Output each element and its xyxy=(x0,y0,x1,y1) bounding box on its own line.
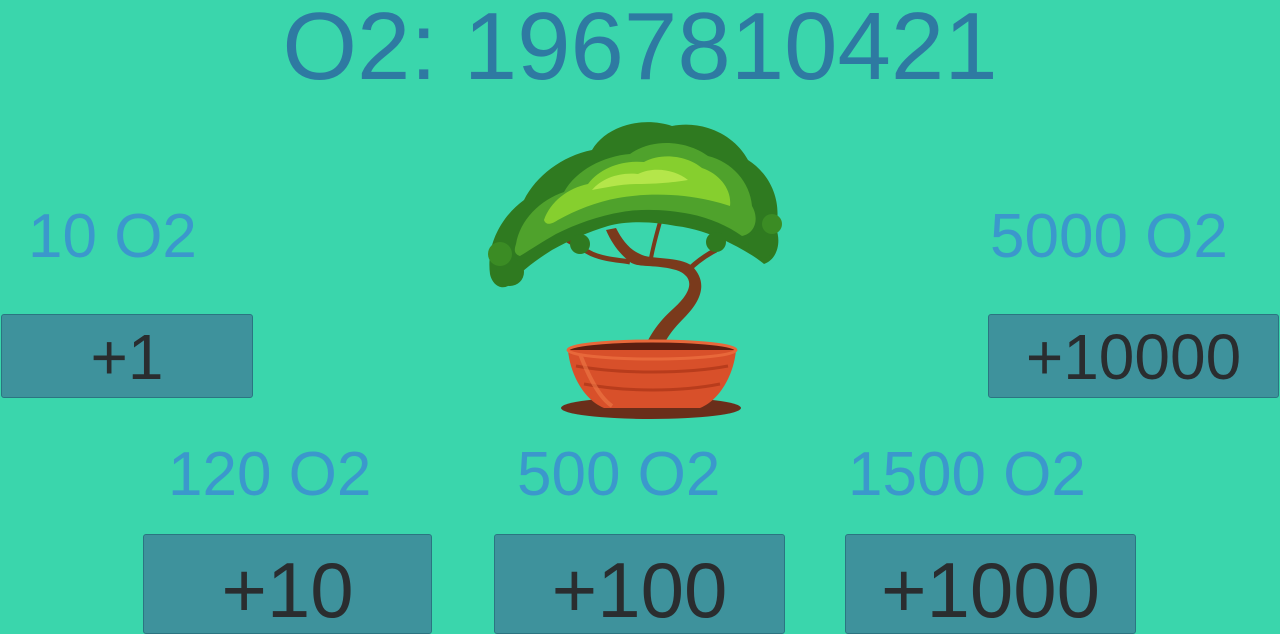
upgrade-1-cost: 10 O2 xyxy=(28,202,197,271)
upgrade-3-button[interactable]: +100 xyxy=(494,534,785,634)
upgrade-2-cost: 120 O2 xyxy=(168,440,372,509)
upgrade-2-button[interactable]: +10 xyxy=(143,534,432,634)
oxygen-counter: O2: 1967810421 xyxy=(282,0,998,100)
upgrade-1-button[interactable]: +1 xyxy=(1,314,253,398)
upgrade-3-cost: 500 O2 xyxy=(517,440,721,509)
upgrade-5-button[interactable]: +10000 xyxy=(988,314,1279,398)
upgrade-5-cost: 5000 O2 xyxy=(990,202,1228,271)
bonsai-tree-icon[interactable] xyxy=(480,104,800,424)
upgrade-4-button[interactable]: +1000 xyxy=(845,534,1136,634)
upgrade-4-cost: 1500 O2 xyxy=(848,440,1086,509)
